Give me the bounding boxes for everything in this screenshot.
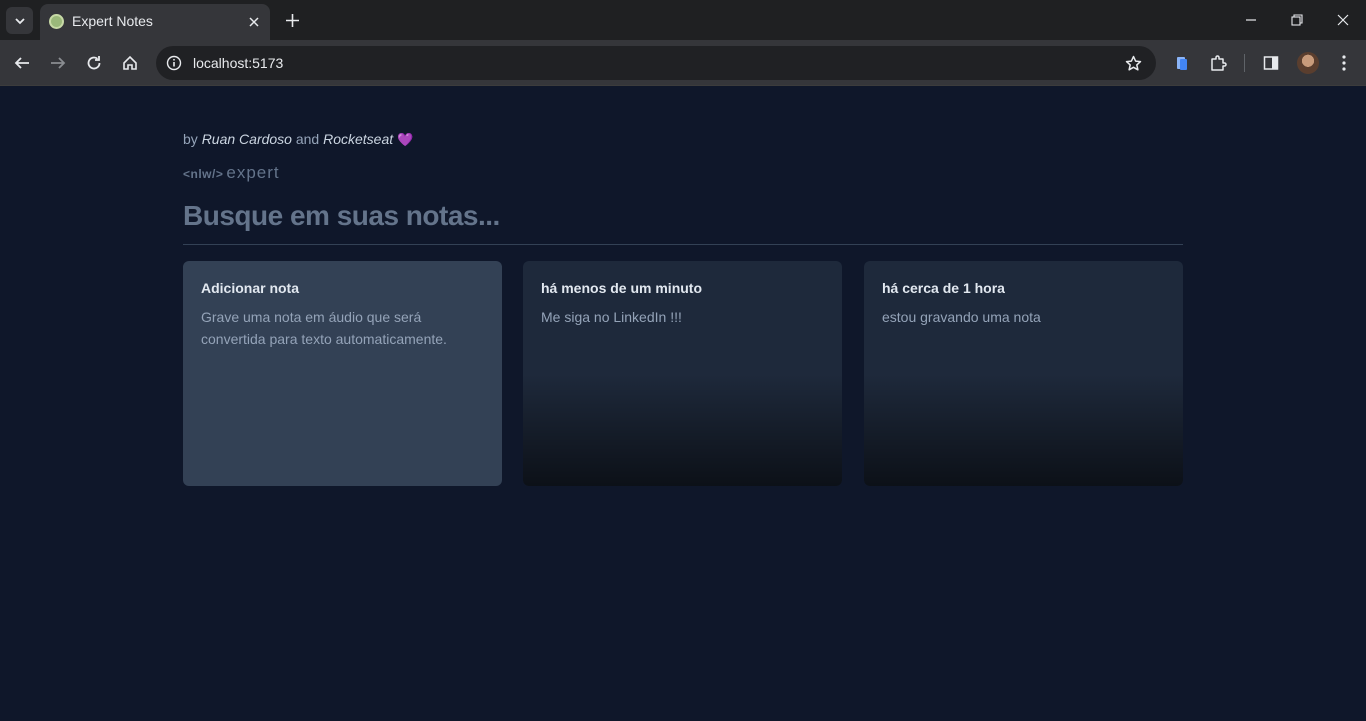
close-window-button[interactable]	[1331, 8, 1355, 32]
toolbar-separator	[1244, 54, 1245, 72]
arrow-left-icon	[14, 57, 29, 69]
credits-line: by Ruan Cardoso and Rocketseat 💜	[183, 131, 413, 148]
nlw-expert-logo: <nlw/> expert	[183, 163, 280, 183]
profile-avatar[interactable]	[1297, 52, 1319, 74]
search-divider	[183, 244, 1183, 245]
new-tab-button[interactable]	[281, 9, 303, 31]
puzzle-icon	[1211, 55, 1227, 71]
side-panel-button[interactable]	[1259, 51, 1283, 75]
favicon-icon	[49, 14, 64, 29]
minimize-icon	[1246, 19, 1256, 21]
heart-icon: 💜	[397, 132, 414, 147]
star-icon	[1125, 55, 1141, 71]
note-content: Me siga no LinkedIn !!!	[541, 309, 682, 325]
add-note-title: Adicionar nota	[201, 280, 300, 296]
note-date: há menos de um minuto	[541, 280, 703, 296]
browser-toolbar: localhost:5173	[0, 40, 1366, 86]
back-button[interactable]	[10, 51, 34, 75]
info-icon	[166, 55, 182, 71]
side-panel-icon	[1263, 56, 1279, 70]
extensions-menu-button[interactable]	[1206, 51, 1230, 75]
credits-org: Rocketseat	[323, 131, 394, 147]
tab-title: Expert Notes	[72, 13, 153, 29]
document-extension-icon	[1177, 57, 1187, 70]
minimize-button[interactable]	[1239, 8, 1263, 32]
add-note-card[interactable]: Adicionar nota Grave uma nota em áudio q…	[183, 261, 502, 486]
reload-button[interactable]	[82, 51, 106, 75]
home-icon	[123, 55, 137, 70]
forward-button[interactable]	[46, 51, 70, 75]
credits-author: Ruan Cardoso	[201, 131, 292, 147]
url-text: localhost:5173	[193, 55, 284, 71]
tab-search-button[interactable]	[6, 7, 33, 34]
address-bar[interactable]: localhost:5173	[156, 46, 1156, 80]
reload-icon	[87, 56, 101, 70]
browser-menu-button[interactable]	[1332, 51, 1356, 75]
restore-button[interactable]	[1285, 8, 1309, 32]
tab-close-button[interactable]	[245, 13, 263, 31]
extension-button[interactable]	[1170, 51, 1194, 75]
page-content: by Ruan Cardoso and Rocketseat 💜 <nlw/> …	[0, 87, 1366, 721]
credits-and: and	[295, 131, 320, 147]
more-vertical-icon	[1342, 55, 1346, 71]
add-note-description: Grave uma nota em áudio que será convert…	[201, 309, 447, 347]
note-content: estou gravando uma nota	[882, 309, 1041, 325]
close-icon	[1337, 14, 1349, 26]
note-card[interactable]: há cerca de 1 hora estou gravando uma no…	[864, 261, 1183, 486]
note-date: há cerca de 1 hora	[882, 280, 1005, 296]
logo-expert: expert	[226, 163, 280, 182]
chevron-down-icon	[14, 17, 25, 24]
bookmark-button[interactable]	[1122, 52, 1144, 74]
close-icon	[249, 17, 259, 27]
home-button[interactable]	[118, 51, 142, 75]
plus-icon	[285, 13, 299, 27]
browser-tab-bar: Expert Notes	[0, 0, 1366, 40]
search-input[interactable]	[183, 193, 1183, 238]
site-info-button[interactable]	[162, 51, 186, 75]
note-card[interactable]: há menos de um minuto Me siga no LinkedI…	[523, 261, 842, 486]
browser-tab[interactable]: Expert Notes	[40, 4, 270, 40]
restore-icon	[1291, 14, 1303, 26]
logo-nlw: <nlw/>	[183, 167, 224, 181]
credits-by: by	[183, 131, 198, 147]
arrow-right-icon	[51, 57, 66, 69]
